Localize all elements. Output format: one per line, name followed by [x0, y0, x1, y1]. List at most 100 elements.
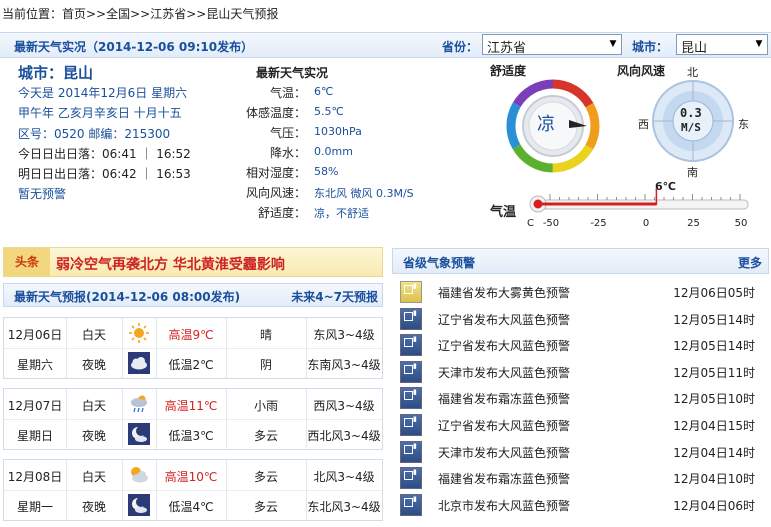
forecast-day-wind: 西风3~4级 [313, 399, 375, 413]
wind-speed: 0.3 [680, 106, 702, 120]
warning-text[interactable]: 北京市发布大风蓝色预警 [438, 497, 570, 514]
warning-time: 12月04日06时 [673, 498, 755, 513]
warning-time: 12月05日10时 [673, 392, 755, 407]
headline-tag: 头条 [4, 248, 50, 276]
obs-key: 气温： [269, 86, 306, 100]
warning-text[interactable]: 福建省发布霜冻蓝色预警 [438, 470, 570, 487]
warning-item[interactable]: ▮ 天津市发布大风蓝色预警 12月04日14时 [392, 439, 769, 466]
forecast-night-wind: 东北风3~4级 [307, 500, 381, 514]
area-codes: 区号：0520 邮编：215300 [18, 127, 171, 141]
obs-key: 降水： [269, 146, 306, 160]
obs-value: 1030hPa [314, 125, 362, 138]
forecast-night-label: 夜晚 [81, 429, 106, 443]
forecast-night-label: 夜晚 [81, 500, 106, 514]
warning-item[interactable]: ▮ 天津市发布大风蓝色预警 12月05日11时 [392, 359, 769, 386]
warning-text[interactable]: 辽宁省发布大风蓝色预警 [438, 417, 570, 434]
forecast-day: 12月06日 白天 高温9℃ 晴 东风3~4级 星期六 夜晚 低温2℃ 阴 东南风3~4级 [3, 317, 383, 379]
live-weather-header: 最新天气实况（2014-12-06 09:10发布） 省份： 江苏省 ▼ 城市：… [0, 32, 771, 58]
forecast-day-wx: 晴 [259, 328, 272, 342]
headline-bar[interactable]: 头条 弱冷空气再袭北方 华北黄淮受霾影响 [3, 247, 383, 277]
forecast-day-wx: 多云 [253, 470, 278, 484]
obs-value: 东北风 微风 0.3M/S [314, 187, 414, 200]
warning-item[interactable]: ▮ 福建省发布霜冻蓝色预警 12月04日10时 [392, 465, 769, 492]
forecast-night-label: 夜晚 [81, 358, 106, 372]
wind-warning-icon: ▮ [400, 414, 422, 436]
wind-north: 北 [687, 66, 698, 79]
warning-time: 12月06日05时 [673, 286, 755, 300]
warning-text[interactable]: 天津市发布大风蓝色预警 [438, 364, 570, 381]
forecast-header: 最新天气预报(2014-12-06 08:00发布) 未来4~7天预报 [3, 283, 383, 307]
warnings-title: 省级气象预警 [403, 256, 476, 270]
thermo-fill [538, 202, 657, 206]
obs-key: 气压： [269, 126, 306, 140]
wind-warning-icon: ▮ [400, 334, 422, 357]
thermo-tick-label: -25 [590, 218, 607, 229]
wind-warning-icon: ▮ [400, 493, 422, 516]
obs-value: 凉，不舒适 [314, 207, 369, 220]
warnings-header: 省级气象预警 更多 [392, 248, 769, 274]
forecast-day-temp: 高温9℃ [168, 328, 214, 342]
obs-key: 相对湿度： [245, 166, 306, 180]
forecast-night-temp: 低温2℃ [168, 358, 214, 372]
warning-text[interactable]: 福建省发布霜冻蓝色预警 [438, 390, 570, 407]
grid-divider [4, 419, 382, 420]
thermo-tick-label: 25 [687, 218, 700, 229]
warning-text[interactable]: 辽宁省发布大风蓝色预警 [438, 311, 570, 328]
forecast-weekday: 星期六 [16, 358, 53, 372]
forecast-day: 12月08日 白天 高温10℃ 多云 北风3~4级 星期一 夜晚 低温4℃ 多云 东北风3~4级 [3, 459, 383, 521]
thermo-unit: C [527, 218, 534, 229]
lunar-date: 甲午年 乙亥月辛亥日 十月十五 [18, 106, 182, 120]
forecast-date: 12月06日 [7, 328, 63, 342]
warning-time: 12月04日15时 [673, 419, 755, 433]
warning-text[interactable]: 辽宁省发布大风蓝色预警 [438, 337, 570, 354]
wind-warning-icon: ▮ [400, 440, 422, 463]
grid-divider [4, 490, 382, 491]
province-select[interactable]: 江苏省 ▼ [482, 34, 622, 56]
forecast-date: 12月08日 [7, 470, 63, 484]
warning-text[interactable]: 天津市发布大风蓝色预警 [438, 444, 570, 461]
comfort-label: 舒适度 [490, 64, 527, 78]
warning-item[interactable]: ▮ 北京市发布大风蓝色预警 12月04日06时 [392, 492, 769, 519]
thermo-tick-label: 0 [642, 218, 650, 229]
thermo-ticks [549, 194, 741, 200]
warning-time: 12月05日11时 [673, 365, 755, 380]
forecast-day-label: 白天 [81, 470, 106, 484]
breadcrumb[interactable]: 当前位置：首页>>全国>>江苏省>>昆山天气预报 [2, 5, 278, 22]
forecast-weekday: 星期日 [16, 429, 53, 443]
headline-link[interactable]: 弱冷空气再袭北方 华北黄淮受霾影响 [56, 254, 285, 274]
forecast-weekday: 星期一 [16, 500, 53, 514]
forecast-night-wx: 阴 [259, 358, 272, 372]
today-date: 今天是 2014年12月6日 星期六 [18, 86, 188, 100]
warning-item[interactable]: ▮ 辽宁省发布大风蓝色预警 12月05日14时 [392, 306, 769, 333]
city-label: 城市： [632, 40, 669, 54]
fog-warning-icon: ▮ [400, 281, 422, 303]
obs-key: 舒适度： [257, 206, 306, 220]
warning-time: 12月05日14时 [673, 312, 755, 327]
province-value: 江苏省 [487, 41, 527, 56]
frost-warning-icon: ▮ [400, 467, 422, 490]
warning-item[interactable]: ▮ 福建省发布霜冻蓝色预警 12月05日10时 [392, 385, 769, 412]
city-value: 昆山 [681, 41, 708, 56]
city-select[interactable]: 昆山 ▼ [676, 34, 768, 56]
forecast-night-wx: 多云 [253, 429, 278, 443]
forecast-night-wx: 多云 [253, 500, 278, 514]
rain-icon [122, 393, 156, 418]
grid-divider [4, 348, 382, 349]
warning-item[interactable]: ▮ 福建省发布大雾黄色预警 12月06日05时 [392, 279, 769, 306]
warning-time: 12月04日10时 [673, 472, 755, 487]
forecast-day-wx: 小雨 [253, 399, 278, 413]
province-label: 省份： [442, 40, 479, 54]
warning-time: 12月05日14时 [673, 339, 755, 354]
forecast-night-wind: 西北风3~4级 [307, 429, 381, 443]
warning-item[interactable]: ▮ 辽宁省发布大风蓝色预警 12月04日15时 [392, 412, 769, 439]
forecast-day-temp: 高温10℃ [164, 470, 218, 484]
warning-item[interactable]: ▮ 辽宁省发布大风蓝色预警 12月05日14时 [392, 332, 769, 359]
warnings-more-link[interactable]: 更多 [738, 254, 762, 271]
forecast-title: 最新天气预报(2014-12-06 08:00发布) [14, 290, 241, 304]
obs-key: 风向风速： [245, 186, 306, 200]
warning-text[interactable]: 福建省发布大雾黄色预警 [438, 284, 570, 301]
wind-west: 西 [638, 118, 649, 131]
obs-key: 体感温度： [245, 106, 306, 120]
forecast-night-temp: 低温3℃ [168, 429, 214, 443]
forecast-more-link[interactable]: 未来4~7天预报 [291, 288, 378, 305]
